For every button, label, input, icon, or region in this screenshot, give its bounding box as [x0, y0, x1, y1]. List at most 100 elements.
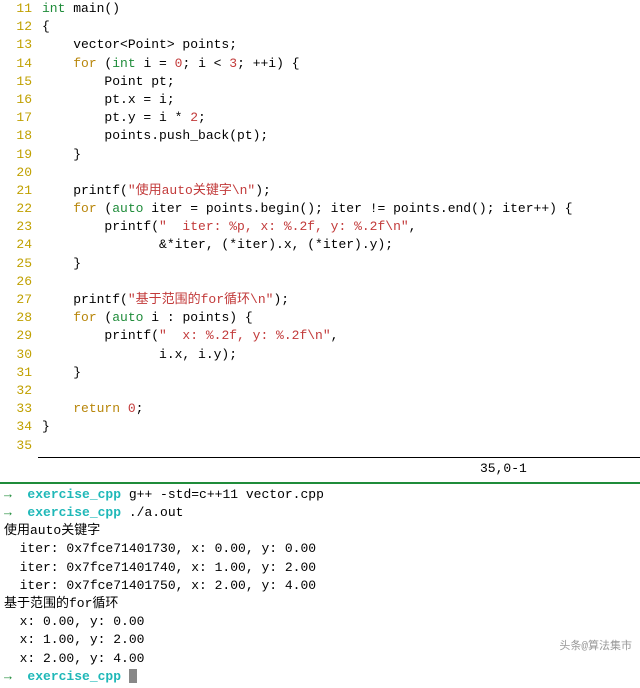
code-line[interactable]: 33 return 0;	[4, 400, 636, 418]
code-line[interactable]: 34}	[4, 418, 636, 436]
line-number: 33	[4, 400, 32, 418]
code-content: pt.y = i * 2;	[42, 109, 636, 127]
code-line[interactable]: 21 printf("使用auto关键字\n");	[4, 182, 636, 200]
code-content: points.push_back(pt);	[42, 127, 636, 145]
code-line[interactable]: 35	[4, 437, 636, 455]
line-number: 24	[4, 236, 32, 254]
line-number: 29	[4, 327, 32, 345]
code-content	[42, 164, 636, 182]
line-number: 21	[4, 182, 32, 200]
code-content: printf("使用auto关键字\n");	[42, 182, 636, 200]
prompt-arrow-icon: →	[4, 669, 12, 684]
code-line[interactable]: 26	[4, 273, 636, 291]
terminal-output-line: 基于范围的for循环	[4, 595, 636, 613]
code-content: printf(" x: %.2f, y: %.2f\n",	[42, 327, 636, 345]
code-line[interactable]: 20	[4, 164, 636, 182]
terminal-output[interactable]: → exercise_cpp g++ -std=c++11 vector.cpp…	[0, 484, 640, 688]
code-line[interactable]: 25 }	[4, 255, 636, 273]
code-line[interactable]: 12 {	[4, 18, 636, 36]
code-content: vector<Point> points;	[42, 36, 636, 54]
cursor-icon	[129, 669, 137, 683]
code-content	[42, 273, 636, 291]
code-line[interactable]: 22 for (auto iter = points.begin(); iter…	[4, 200, 636, 218]
code-line[interactable]: 17 pt.y = i * 2;	[4, 109, 636, 127]
code-content: printf("基于范围的for循环\n");	[42, 291, 636, 309]
code-content: i.x, i.y);	[42, 346, 636, 364]
code-content	[42, 382, 636, 400]
code-content: for (auto i : points) {	[42, 309, 636, 327]
prompt-dir: exercise_cpp	[27, 669, 121, 684]
code-line[interactable]: 19 }	[4, 146, 636, 164]
line-number: 12	[4, 18, 32, 36]
terminal-output-line: x: 1.00, y: 2.00	[4, 631, 636, 649]
code-line[interactable]: 27 printf("基于范围的for循环\n");	[4, 291, 636, 309]
terminal-command: g++ -std=c++11 vector.cpp	[121, 487, 324, 502]
code-line[interactable]: 24 &*iter, (*iter).x, (*iter).y);	[4, 236, 636, 254]
line-number: 16	[4, 91, 32, 109]
terminal-command: ./a.out	[121, 505, 183, 520]
code-line[interactable]: 11 int main()	[4, 0, 636, 18]
prompt-arrow-icon: →	[4, 505, 12, 520]
code-content: }	[42, 364, 636, 382]
line-number: 17	[4, 109, 32, 127]
code-content: Point pt;	[42, 73, 636, 91]
code-line[interactable]: 29 printf(" x: %.2f, y: %.2f\n",	[4, 327, 636, 345]
code-content: {	[42, 18, 636, 36]
terminal-output-line: iter: 0x7fce71401750, x: 2.00, y: 4.00	[4, 577, 636, 595]
watermark-text: 头条@算法集市	[559, 640, 632, 655]
line-number: 25	[4, 255, 32, 273]
line-number: 22	[4, 200, 32, 218]
line-number: 30	[4, 346, 32, 364]
cursor-position: 35,0-1	[0, 460, 640, 478]
code-line[interactable]: 31 }	[4, 364, 636, 382]
line-number: 23	[4, 218, 32, 236]
terminal-prompt-line: → exercise_cpp	[4, 668, 636, 686]
terminal-output-line: 使用auto关键字	[4, 522, 636, 540]
line-number: 31	[4, 364, 32, 382]
code-content	[42, 437, 636, 455]
line-number: 26	[4, 273, 32, 291]
line-number: 13	[4, 36, 32, 54]
terminal-prompt-line: → exercise_cpp g++ -std=c++11 vector.cpp	[4, 486, 636, 504]
code-content: }	[42, 255, 636, 273]
terminal-output-line: x: 2.00, y: 4.00	[4, 650, 636, 668]
code-line[interactable]: 15 Point pt;	[4, 73, 636, 91]
code-line[interactable]: 16 pt.x = i;	[4, 91, 636, 109]
code-line[interactable]: 28 for (auto i : points) {	[4, 309, 636, 327]
terminal-prompt-line: → exercise_cpp ./a.out	[4, 504, 636, 522]
line-number: 19	[4, 146, 32, 164]
prompt-dir: exercise_cpp	[27, 487, 121, 502]
code-line[interactable]: 18 points.push_back(pt);	[4, 127, 636, 145]
prompt-dir: exercise_cpp	[27, 505, 121, 520]
code-content: for (int i = 0; i < 3; ++i) {	[42, 55, 636, 73]
line-number: 32	[4, 382, 32, 400]
code-editor[interactable]: 11int main()12{13 vector<Point> points;1…	[0, 0, 640, 455]
line-number: 35	[4, 437, 32, 455]
code-line[interactable]: 23 printf(" iter: %p, x: %.2f, y: %.2f\n…	[4, 218, 636, 236]
line-number: 20	[4, 164, 32, 182]
code-content: }	[42, 146, 636, 164]
code-content: printf(" iter: %p, x: %.2f, y: %.2f\n",	[42, 218, 636, 236]
code-content: }	[42, 418, 636, 436]
code-content: pt.x = i;	[42, 91, 636, 109]
code-line[interactable]: 32	[4, 382, 636, 400]
code-content: for (auto iter = points.begin(); iter !=…	[42, 200, 636, 218]
code-line[interactable]: 13 vector<Point> points;	[4, 36, 636, 54]
line-number: 11	[4, 0, 32, 18]
terminal-output-line: iter: 0x7fce71401740, x: 1.00, y: 2.00	[4, 559, 636, 577]
code-line[interactable]: 14 for (int i = 0; i < 3; ++i) {	[4, 55, 636, 73]
editor-divider	[38, 457, 640, 458]
code-line[interactable]: 30 i.x, i.y);	[4, 346, 636, 364]
terminal-output-line: x: 0.00, y: 0.00	[4, 613, 636, 631]
line-number: 18	[4, 127, 32, 145]
terminal-output-line: iter: 0x7fce71401730, x: 0.00, y: 0.00	[4, 540, 636, 558]
line-number: 14	[4, 55, 32, 73]
line-number: 34	[4, 418, 32, 436]
line-number: 27	[4, 291, 32, 309]
prompt-arrow-icon: →	[4, 487, 12, 502]
code-content: int main()	[42, 0, 636, 18]
code-content: return 0;	[42, 400, 636, 418]
line-number: 28	[4, 309, 32, 327]
code-content: &*iter, (*iter).x, (*iter).y);	[42, 236, 636, 254]
line-number: 15	[4, 73, 32, 91]
